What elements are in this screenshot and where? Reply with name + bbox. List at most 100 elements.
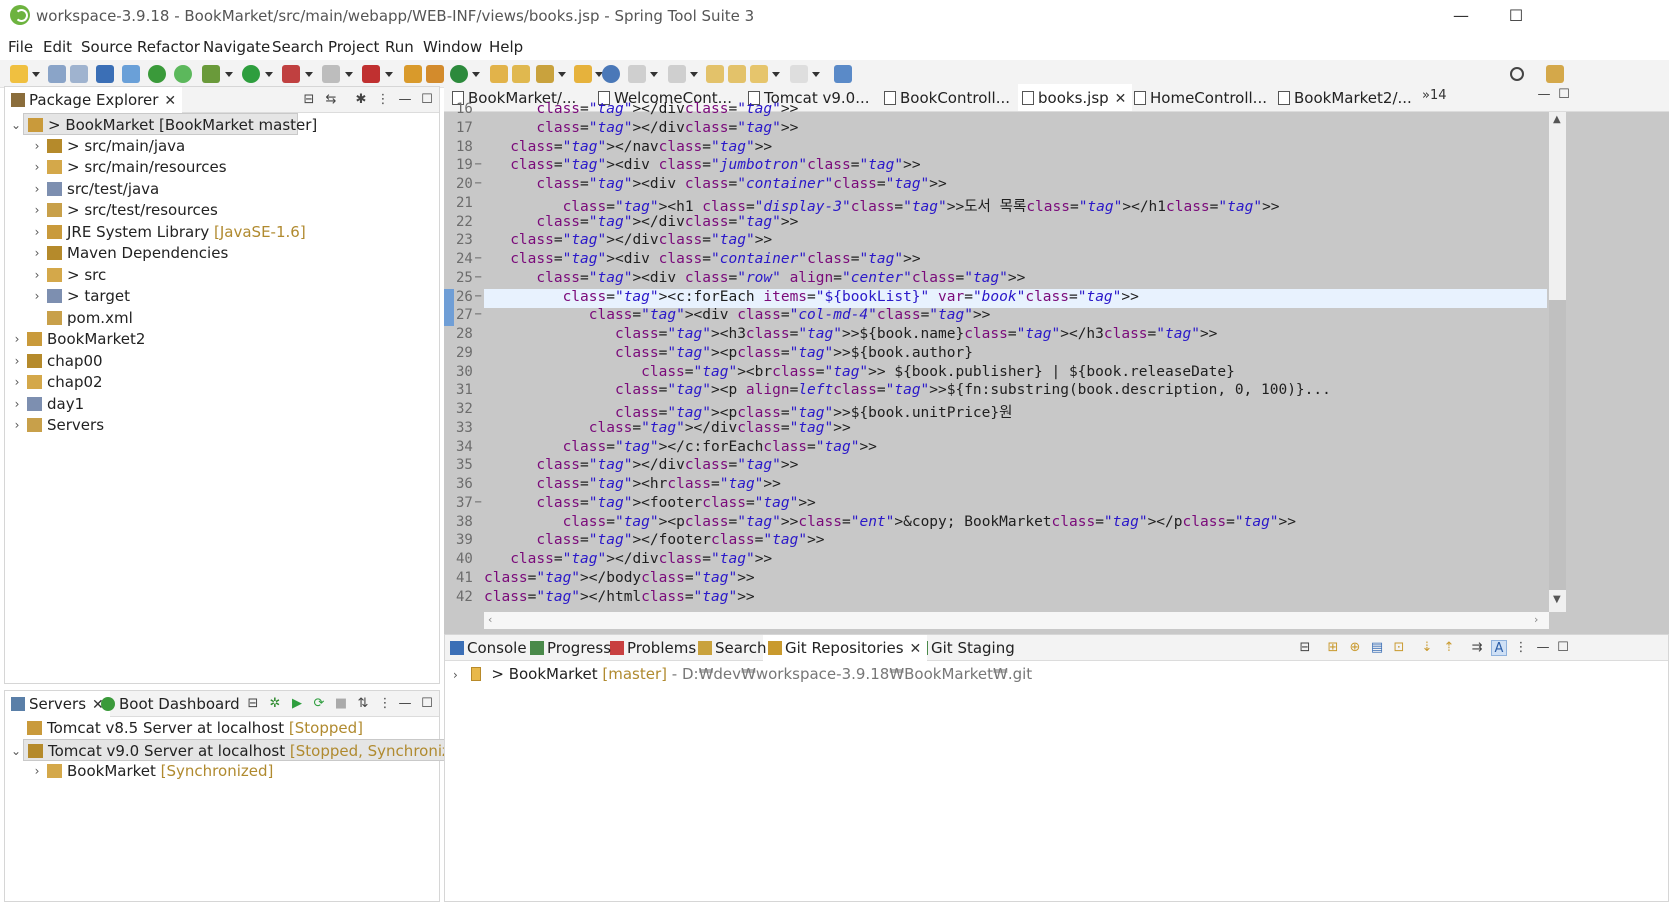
- package-explorer-tree-item[interactable]: › chap00: [5, 350, 439, 372]
- chevron-right-icon[interactable]: ›: [31, 264, 43, 286]
- save-all-icon[interactable]: [70, 65, 88, 83]
- bottom-tab[interactable]: Progress: [525, 635, 617, 661]
- servers-tree-item[interactable]: › BookMarket [Synchronized]: [5, 760, 439, 782]
- menu-source[interactable]: Source: [81, 38, 133, 56]
- chevron-right-icon[interactable]: ›: [31, 221, 43, 243]
- package-explorer-tree-item[interactable]: › src/test/java: [5, 178, 439, 200]
- prev-annotation-icon[interactable]: [668, 65, 686, 83]
- back-icon[interactable]: [750, 65, 768, 83]
- collapse-all-icon[interactable]: ⊟: [301, 92, 317, 108]
- new-package-icon[interactable]: [426, 65, 444, 83]
- view-menu-icon[interactable]: ⋮: [1513, 640, 1529, 656]
- vertical-scrollbar[interactable]: ▲ ▼: [1549, 112, 1566, 612]
- view-menu-icon[interactable]: ⋮: [375, 92, 391, 108]
- scroll-down-icon[interactable]: ▼: [1553, 594, 1561, 605]
- publish-icon[interactable]: ⇅: [355, 696, 371, 712]
- chevron-right-icon[interactable]: ›: [31, 760, 43, 782]
- menu-file[interactable]: File: [8, 38, 33, 56]
- new-icon[interactable]: [10, 65, 28, 83]
- menu-navigate[interactable]: Navigate: [203, 38, 270, 56]
- minimize-view-icon[interactable]: —: [397, 696, 413, 712]
- perspective-icon[interactable]: [1546, 65, 1564, 83]
- maximize-view-icon[interactable]: ☐: [419, 696, 435, 712]
- chevron-right-icon[interactable]: ›: [31, 242, 43, 264]
- scroll-right-icon[interactable]: ›: [1534, 613, 1538, 626]
- scroll-up-icon[interactable]: ▲: [1553, 114, 1561, 125]
- editor-tab[interactable]: HomeControll...: [1130, 84, 1267, 111]
- push-icon[interactable]: ⇡: [1441, 640, 1457, 656]
- fold-toggle-icon[interactable]: −: [474, 291, 482, 302]
- external-tools-icon[interactable]: [282, 65, 300, 83]
- chevron-right-icon[interactable]: ›: [11, 414, 23, 436]
- package-explorer-tree-item[interactable]: › > src/test/resources: [5, 199, 439, 221]
- start-server-icon[interactable]: ▶: [289, 696, 305, 712]
- save-icon[interactable]: [48, 65, 66, 83]
- close-icon[interactable]: ✕: [164, 93, 176, 109]
- pull-icon[interactable]: ⇣: [1419, 640, 1435, 656]
- menu-refactor[interactable]: Refactor: [137, 38, 200, 56]
- profile-server-icon[interactable]: ⟳: [311, 696, 327, 712]
- package-explorer-tree-item[interactable]: › Maven Dependencies: [5, 242, 439, 264]
- scroll-left-icon[interactable]: ‹: [488, 613, 492, 626]
- editor-tab-overflow[interactable]: »14: [1422, 88, 1447, 103]
- close-icon[interactable]: ✕: [910, 641, 922, 657]
- stop-server-icon[interactable]: ■: [333, 696, 349, 712]
- menu-project[interactable]: Project: [328, 38, 379, 56]
- chevron-right-icon[interactable]: ›: [11, 393, 23, 415]
- servers-tree-item[interactable]: ⌄ Tomcat v9.0 Server at localhost [Stoppe…: [11, 738, 474, 761]
- next-annotation-icon[interactable]: [628, 65, 646, 83]
- package-explorer-tree-item[interactable]: › > src: [5, 264, 439, 286]
- chevron-down-icon[interactable]: ⌄: [10, 740, 22, 762]
- minimize-view-icon[interactable]: —: [397, 92, 413, 108]
- server-icon[interactable]: [362, 65, 380, 83]
- chevron-right-icon[interactable]: ›: [11, 350, 23, 372]
- search-tool-icon[interactable]: [536, 65, 554, 83]
- spring-boot-icon[interactable]: [148, 65, 166, 83]
- bottom-tab[interactable]: Console: [445, 635, 533, 661]
- filter-icon[interactable]: ✱: [353, 92, 369, 108]
- link-editor-icon[interactable]: ⇆: [323, 92, 339, 108]
- debug-server-icon[interactable]: ✲: [267, 696, 283, 712]
- create-repository-icon[interactable]: ▤: [1369, 640, 1385, 656]
- new-class-icon[interactable]: [450, 65, 468, 83]
- stop-icon[interactable]: [322, 65, 340, 83]
- fold-toggle-icon[interactable]: −: [474, 272, 482, 283]
- menu-edit[interactable]: Edit: [43, 38, 72, 56]
- bottom-tab[interactable]: Problems: [605, 635, 702, 661]
- chevron-down-icon[interactable]: ⌄: [10, 114, 22, 136]
- minimize-button[interactable]: —: [1433, 2, 1489, 30]
- package-explorer-tree-item[interactable]: › > target: [5, 285, 439, 307]
- menu-window[interactable]: Window: [423, 38, 482, 56]
- minimize-view-icon[interactable]: —: [1535, 640, 1551, 656]
- link-selection-icon[interactable]: ⇉: [1469, 640, 1485, 656]
- package-explorer-tree-item[interactable]: › BookMarket2: [5, 328, 439, 350]
- tab-package-explorer[interactable]: Package Explorer ✕: [5, 87, 183, 113]
- fold-toggle-icon[interactable]: −: [474, 253, 482, 264]
- run-icon[interactable]: [242, 65, 260, 83]
- tab-boot-dashboard[interactable]: Boot Dashboard: [95, 691, 246, 717]
- chevron-right-icon[interactable]: ›: [31, 135, 43, 157]
- forward-icon[interactable]: [790, 65, 808, 83]
- collapse-all-icon[interactable]: ⊟: [245, 696, 261, 712]
- editor-tab[interactable]: books.jsp ✕: [1018, 84, 1133, 111]
- package-explorer-tree-item[interactable]: › Servers: [5, 414, 439, 436]
- bottom-tab[interactable]: Git Repositories ✕: [763, 635, 928, 661]
- scrollbar-thumb[interactable]: [1549, 300, 1566, 590]
- expand-chevron-icon[interactable]: ›: [453, 668, 458, 682]
- maximize-button[interactable]: ☐: [1488, 2, 1544, 30]
- code-editor[interactable]: 16 17 18 19−20−21 22 23 24−25−26−27−28 29 30 31 32…: [444, 101, 1669, 634]
- package-explorer-tree-item[interactable]: ⌄ > BookMarket [BookMarket master]: [11, 113, 317, 135]
- package-explorer-tree-item[interactable]: › chap02: [5, 371, 439, 393]
- package-explorer-tree-item[interactable]: › > src/main/java: [5, 135, 439, 157]
- package-explorer-tree-item[interactable]: › JRE System Library [JavaSE-1.6]: [5, 221, 439, 243]
- repository-row[interactable]: › > BookMarket [master] - D:₩dev₩workspa…: [453, 665, 1032, 683]
- package-explorer-tree-item[interactable]: › day1: [5, 393, 439, 415]
- open-resource-icon[interactable]: [512, 65, 530, 83]
- menu-search[interactable]: Search: [272, 38, 324, 56]
- chevron-right-icon[interactable]: ›: [31, 199, 43, 221]
- package-explorer-tree-item[interactable]: pom.xml: [5, 307, 439, 329]
- fold-toggle-icon[interactable]: −: [474, 178, 482, 189]
- package-explorer-tree-item[interactable]: › > src/main/resources: [5, 156, 439, 178]
- fold-toggle-icon[interactable]: −: [474, 309, 482, 320]
- refresh-icon[interactable]: [174, 65, 192, 83]
